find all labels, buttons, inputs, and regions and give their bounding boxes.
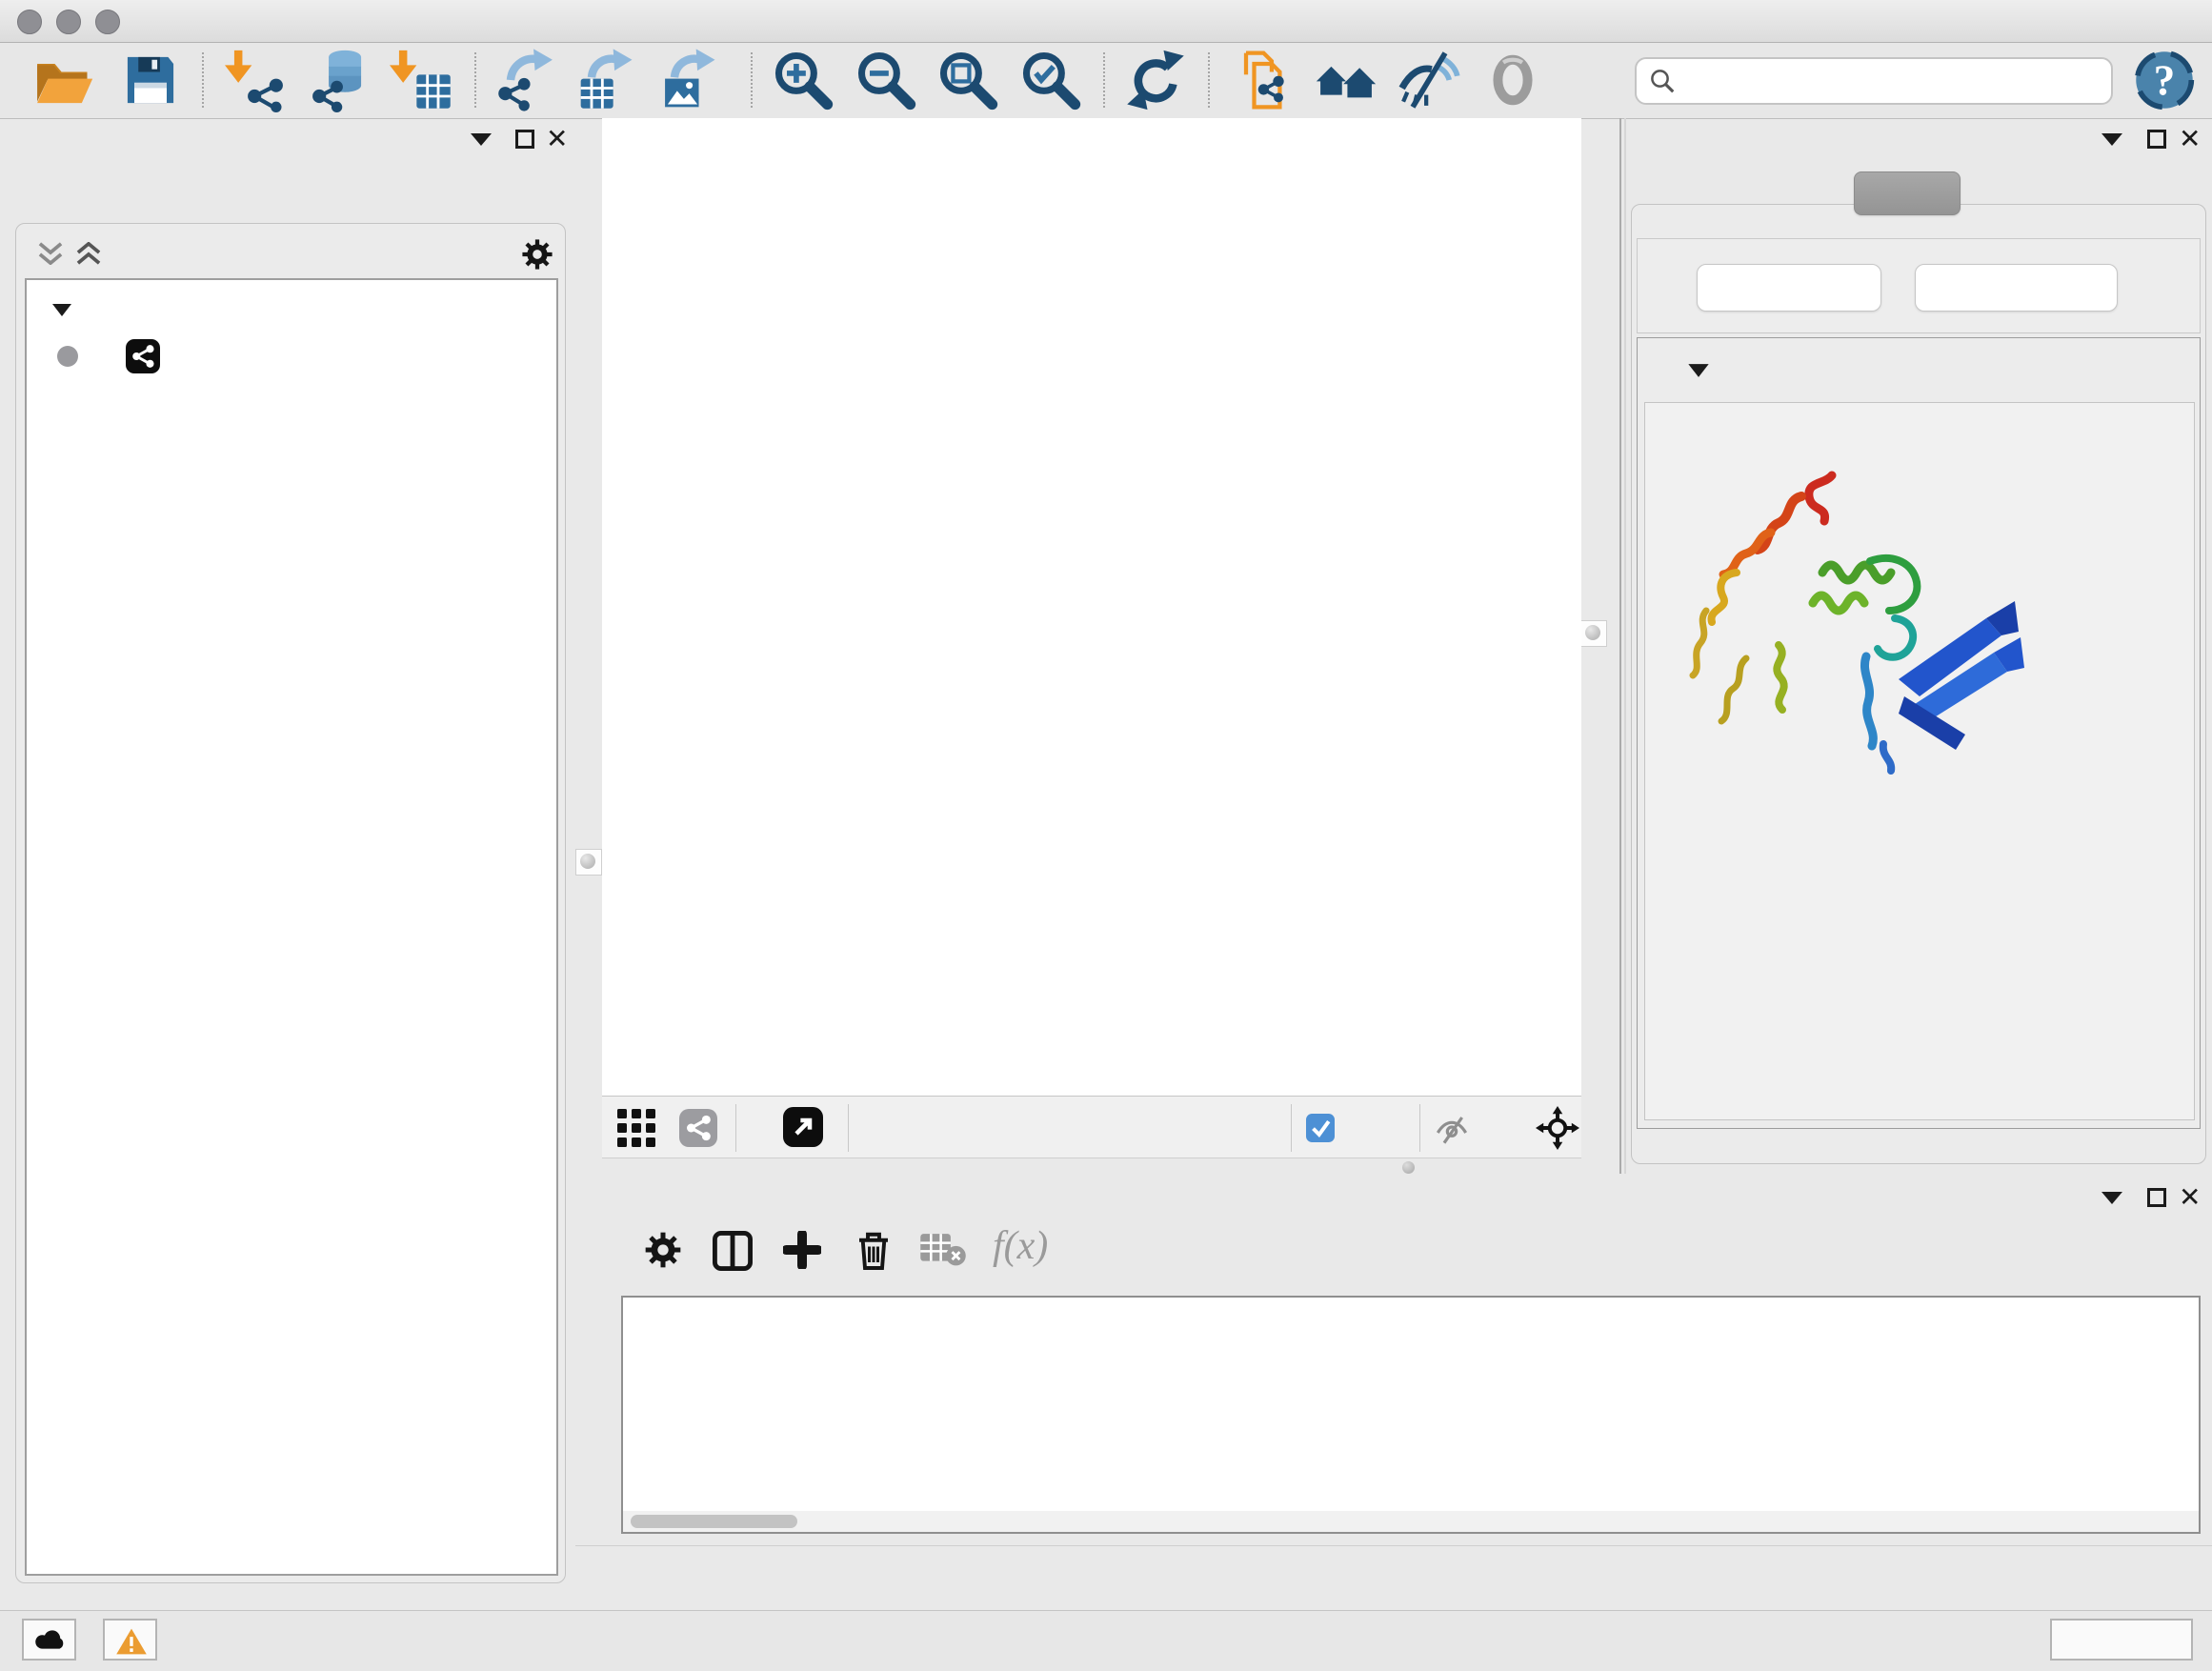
toolbar-separator bbox=[1208, 52, 1210, 108]
scrollbar-thumb[interactable] bbox=[631, 1515, 797, 1528]
refresh-icon[interactable] bbox=[1123, 48, 1188, 112]
results-entry-detail bbox=[1644, 402, 2195, 1120]
expand-all-button[interactable] bbox=[1697, 264, 1881, 312]
table-panel-close-icon[interactable]: ✕ bbox=[2179, 1188, 2201, 1207]
results-splitter-line bbox=[1619, 118, 1621, 1174]
search-field[interactable] bbox=[1635, 57, 2113, 105]
home-view-icon[interactable] bbox=[1314, 48, 1378, 112]
maximize-window-icon[interactable] bbox=[95, 10, 120, 34]
function-builder-icon[interactable]: f(x) bbox=[993, 1223, 1048, 1269]
node-table bbox=[621, 1296, 2201, 1534]
clipboard-network-icon[interactable] bbox=[1230, 48, 1295, 112]
status-bar bbox=[0, 1610, 2212, 1671]
warnings-button[interactable] bbox=[103, 1619, 157, 1661]
delete-trash-icon[interactable] bbox=[855, 1231, 892, 1271]
selected-checkbox-icon[interactable] bbox=[1306, 1114, 1335, 1142]
string-network-icon bbox=[126, 339, 160, 373]
import-network-icon[interactable] bbox=[225, 48, 290, 112]
separator bbox=[848, 1104, 849, 1152]
right-splitter-handle[interactable] bbox=[1580, 620, 1607, 647]
results-panel-maximize-icon[interactable] bbox=[2147, 130, 2166, 149]
show-hide-graphics-icon[interactable] bbox=[1397, 48, 1461, 112]
separator bbox=[1419, 1104, 1420, 1152]
collapse-all-icon[interactable] bbox=[36, 242, 65, 265]
table-settings-gear-icon[interactable] bbox=[644, 1231, 682, 1269]
help-icon[interactable]: ? bbox=[2132, 48, 2197, 112]
divider bbox=[575, 1545, 2212, 1546]
control-panel-float-icon[interactable] bbox=[471, 133, 492, 146]
open-in-new-icon[interactable] bbox=[783, 1107, 823, 1147]
minimize-window-icon[interactable] bbox=[56, 10, 81, 34]
collection-expand-icon[interactable] bbox=[51, 303, 72, 317]
add-column-plus-icon[interactable] bbox=[783, 1231, 821, 1269]
zoom-fit-icon[interactable] bbox=[935, 48, 1000, 112]
main-toolbar: ? bbox=[0, 43, 2212, 119]
network-canvas[interactable] bbox=[602, 118, 1581, 1096]
network-row-selected[interactable] bbox=[27, 333, 556, 379]
network-list bbox=[25, 278, 558, 1576]
hidden-eye-slash-icon[interactable] bbox=[1433, 1114, 1471, 1144]
delete-table-icon[interactable] bbox=[920, 1231, 966, 1267]
splitter-handle-dot bbox=[1402, 1161, 1415, 1174]
collapse-all-button[interactable] bbox=[1915, 264, 2118, 312]
zoom-out-icon[interactable] bbox=[854, 48, 918, 112]
warning-icon bbox=[115, 1627, 148, 1656]
cloud-icon bbox=[33, 1628, 68, 1651]
preview-eye-icon[interactable] bbox=[1480, 48, 1545, 112]
network-graph[interactable] bbox=[602, 118, 1581, 1096]
title-bar bbox=[0, 0, 2212, 43]
network-collection-row[interactable] bbox=[27, 288, 556, 332]
memory-button[interactable] bbox=[2050, 1619, 2193, 1661]
toolbar-separator bbox=[202, 52, 204, 108]
table-hscrollbar[interactable] bbox=[623, 1511, 2199, 1532]
save-session-icon[interactable] bbox=[118, 48, 183, 112]
network-share-icon[interactable] bbox=[679, 1109, 717, 1147]
table-panel-maximize-icon[interactable] bbox=[2147, 1188, 2166, 1207]
close-window-icon[interactable] bbox=[17, 10, 42, 34]
cytoscape-window: ? ✕ bbox=[0, 0, 2212, 1671]
expand-all-icon[interactable] bbox=[74, 242, 103, 265]
separator bbox=[735, 1104, 736, 1152]
search-icon bbox=[1648, 67, 1677, 95]
export-table-icon[interactable] bbox=[575, 48, 640, 112]
control-panel-maximize-icon[interactable] bbox=[515, 130, 534, 149]
import-table-icon[interactable] bbox=[390, 48, 454, 112]
toolbar-separator bbox=[751, 52, 753, 108]
tab-string[interactable] bbox=[1854, 171, 1961, 215]
table-panel-float-icon[interactable] bbox=[2101, 1192, 2122, 1204]
export-network-icon[interactable] bbox=[494, 48, 559, 112]
protein-structure-image bbox=[1679, 458, 2032, 799]
left-splitter-handle[interactable] bbox=[575, 849, 602, 876]
results-splitter-line bbox=[1624, 118, 1626, 1174]
separator bbox=[1291, 1104, 1292, 1152]
results-panel-close-icon[interactable]: ✕ bbox=[2179, 130, 2201, 149]
import-database-icon[interactable] bbox=[306, 48, 371, 112]
zoom-selected-icon[interactable] bbox=[1018, 48, 1083, 112]
zoom-in-icon[interactable] bbox=[771, 48, 835, 112]
split-panel-icon[interactable] bbox=[713, 1231, 753, 1271]
grid-view-icon[interactable] bbox=[617, 1109, 655, 1147]
results-panel-float-icon[interactable] bbox=[2101, 133, 2122, 146]
open-session-icon[interactable] bbox=[30, 48, 95, 112]
export-image-icon[interactable] bbox=[658, 48, 723, 112]
search-input[interactable] bbox=[1686, 63, 2100, 99]
svg-text:?: ? bbox=[2154, 57, 2176, 105]
network-view-toolbar bbox=[602, 1096, 1581, 1158]
network-status-dot bbox=[57, 346, 78, 367]
cloud-status-button[interactable] bbox=[22, 1619, 76, 1661]
control-panel-close-icon[interactable]: ✕ bbox=[546, 130, 568, 149]
entry-collapse-icon[interactable] bbox=[1687, 363, 1710, 378]
network-options-gear-icon[interactable] bbox=[521, 238, 553, 271]
fit-content-crosshair-icon[interactable] bbox=[1536, 1106, 1579, 1150]
memory-status-dot bbox=[2104, 1628, 2127, 1651]
toolbar-separator bbox=[1103, 52, 1105, 108]
toolbar-separator bbox=[474, 52, 476, 108]
